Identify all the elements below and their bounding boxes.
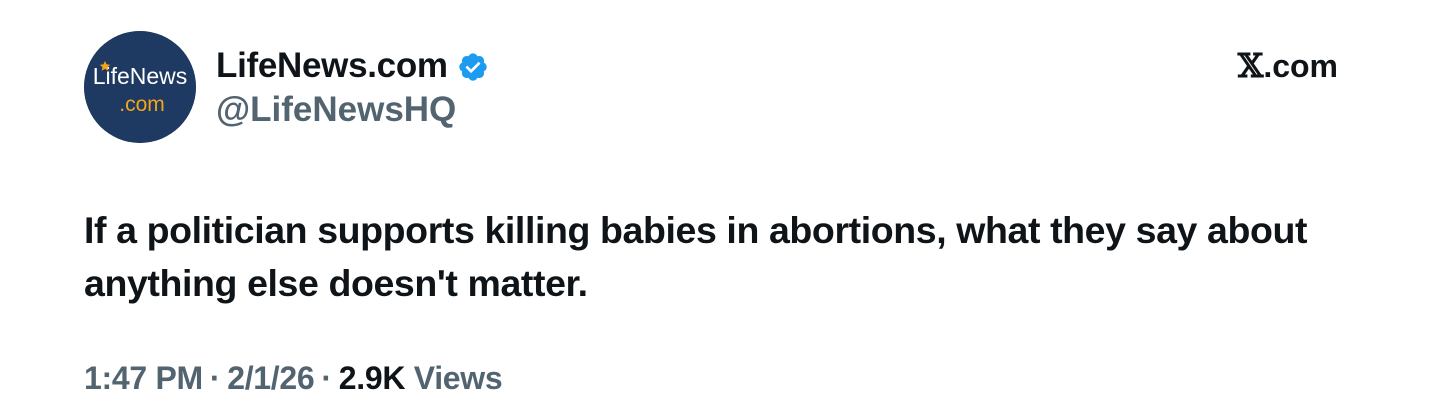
- tweet-time[interactable]: 1:47 PM: [84, 360, 203, 396]
- display-name[interactable]: LifeNews.com: [216, 44, 489, 88]
- source-label: 𝕏.com: [1238, 46, 1338, 86]
- views-count[interactable]: 2.9K: [339, 360, 406, 396]
- avatar-logo-line2: .com: [119, 93, 165, 116]
- separator-dot: ·: [209, 360, 221, 396]
- verified-badge-icon: [457, 50, 489, 82]
- x-logo-icon: 𝕏: [1237, 46, 1264, 85]
- tweet-date[interactable]: 2/1/26: [227, 360, 314, 396]
- source-suffix: .com: [1263, 48, 1338, 84]
- display-name-text[interactable]: LifeNews.com: [216, 44, 448, 88]
- views-label[interactable]: Views: [414, 360, 503, 396]
- user-handle[interactable]: @LifeNewsHQ: [216, 88, 456, 132]
- lifenews-logo: LifeNews .com: [84, 31, 196, 143]
- tweet-text: If a politician supports killing babies …: [84, 209, 1308, 304]
- tweet-metadata: 1:47 PM · 2/1/26 · 2.9K Views: [84, 356, 503, 400]
- avatar[interactable]: LifeNews .com: [84, 31, 196, 143]
- separator-dot: ·: [321, 360, 332, 396]
- tweet-card: LifeNews .com LifeNews.com @LifeNewsHQ 𝕏…: [0, 0, 1456, 407]
